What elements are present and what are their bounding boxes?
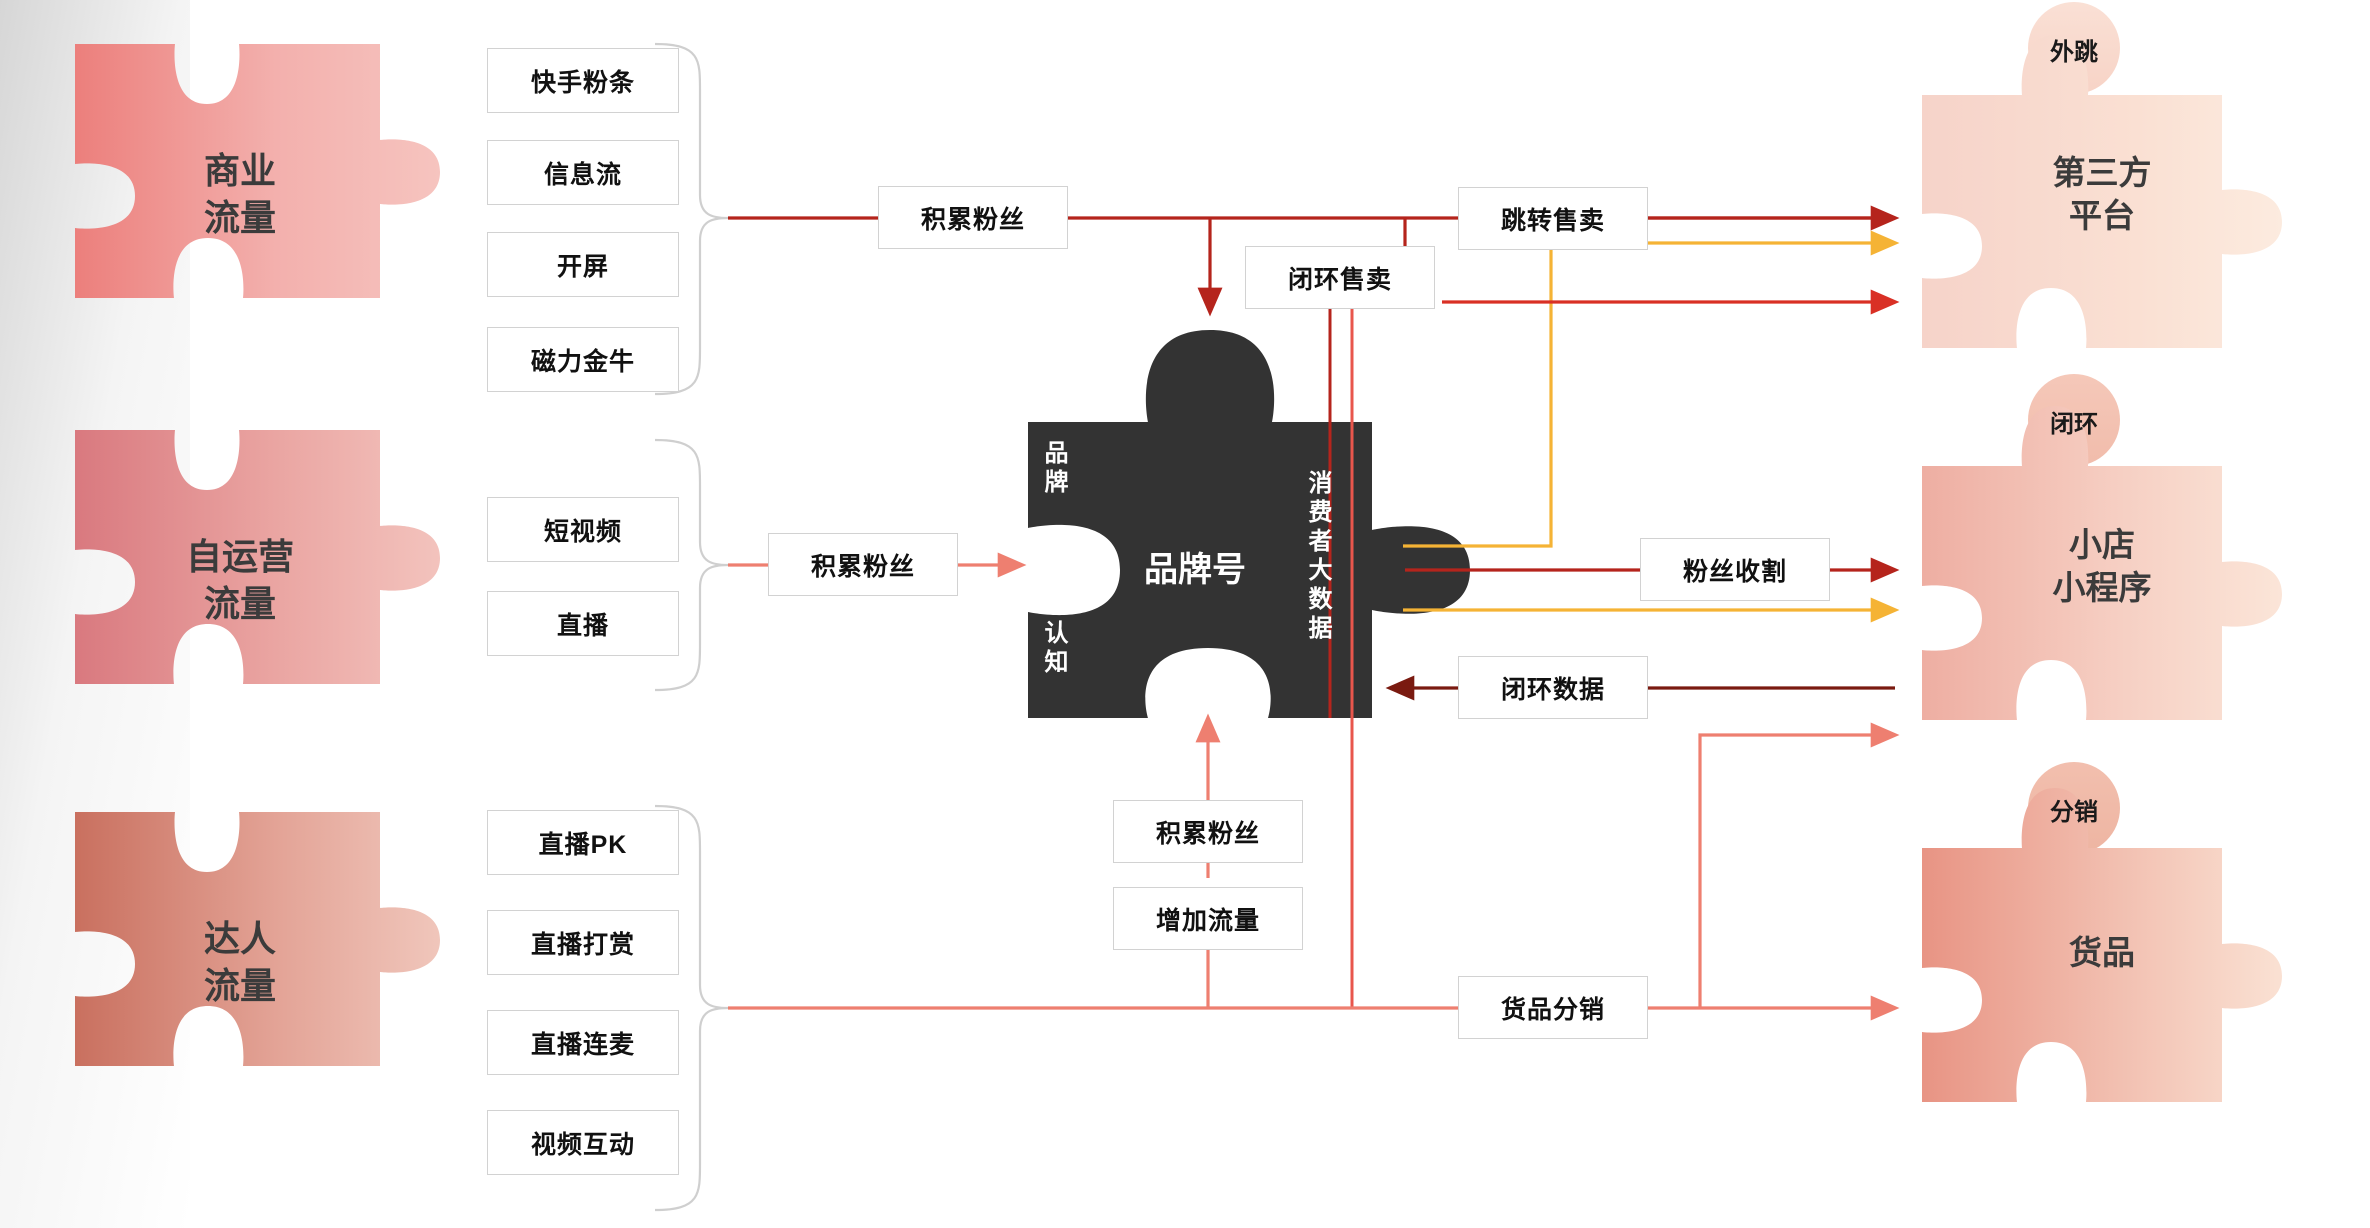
connector-box-accumulate-fans-top[interactable]: 积累粉丝 xyxy=(878,186,1068,249)
channel-box-splash-screen[interactable]: 开屏 xyxy=(487,232,679,297)
source-piece-influencer xyxy=(75,812,440,1066)
connector-box-closed-loop-data[interactable]: 闭环数据 xyxy=(1458,656,1648,719)
connector-box-accumulate-fans-mid[interactable]: 积累粉丝 xyxy=(768,533,958,596)
diagram-graphics xyxy=(75,2,2282,1212)
diagram-canvas: 商业 流量 自运营 流量 达人 流量 品牌 认知 消费者大数据 品牌号 外跳 第… xyxy=(0,0,2370,1228)
channel-box-kuaishou-fentiao[interactable]: 快手粉条 xyxy=(487,48,679,113)
connector-box-accumulate-fans-bottom[interactable]: 积累粉丝 xyxy=(1113,800,1303,863)
connector-box-increase-traffic[interactable]: 增加流量 xyxy=(1113,887,1303,950)
channel-box-live-pk[interactable]: 直播PK xyxy=(487,810,679,875)
connector-box-goods-distribution[interactable]: 货品分销 xyxy=(1458,976,1648,1039)
flow-closed-loop-sale xyxy=(1328,250,1900,1008)
flow-influencer xyxy=(728,713,1900,1021)
channel-box-information-flow[interactable]: 信息流 xyxy=(487,140,679,205)
channel-box-livestream[interactable]: 直播 xyxy=(487,591,679,656)
dest-piece-shop-miniprogram xyxy=(1922,374,2282,720)
channel-box-live-comic[interactable]: 直播连麦 xyxy=(487,1010,679,1075)
dest-piece-goods xyxy=(1922,762,2282,1102)
dest-piece-third-party xyxy=(1922,2,2282,348)
channel-box-short-video[interactable]: 短视频 xyxy=(487,497,679,562)
connector-box-closed-loop-sale[interactable]: 闭环售卖 xyxy=(1245,246,1435,309)
channel-box-video-interaction[interactable]: 视频互动 xyxy=(487,1110,679,1175)
source-piece-commercial xyxy=(75,44,440,298)
channel-box-live-reward[interactable]: 直播打赏 xyxy=(487,910,679,975)
connector-box-fan-harvest[interactable]: 粉丝收割 xyxy=(1640,538,1830,601)
source-piece-self-operated xyxy=(75,430,440,684)
connector-box-jump-sale[interactable]: 跳转售卖 xyxy=(1458,187,1648,250)
center-piece-brand xyxy=(1028,330,1470,718)
channel-box-magnetic-taurus[interactable]: 磁力金牛 xyxy=(487,327,679,392)
